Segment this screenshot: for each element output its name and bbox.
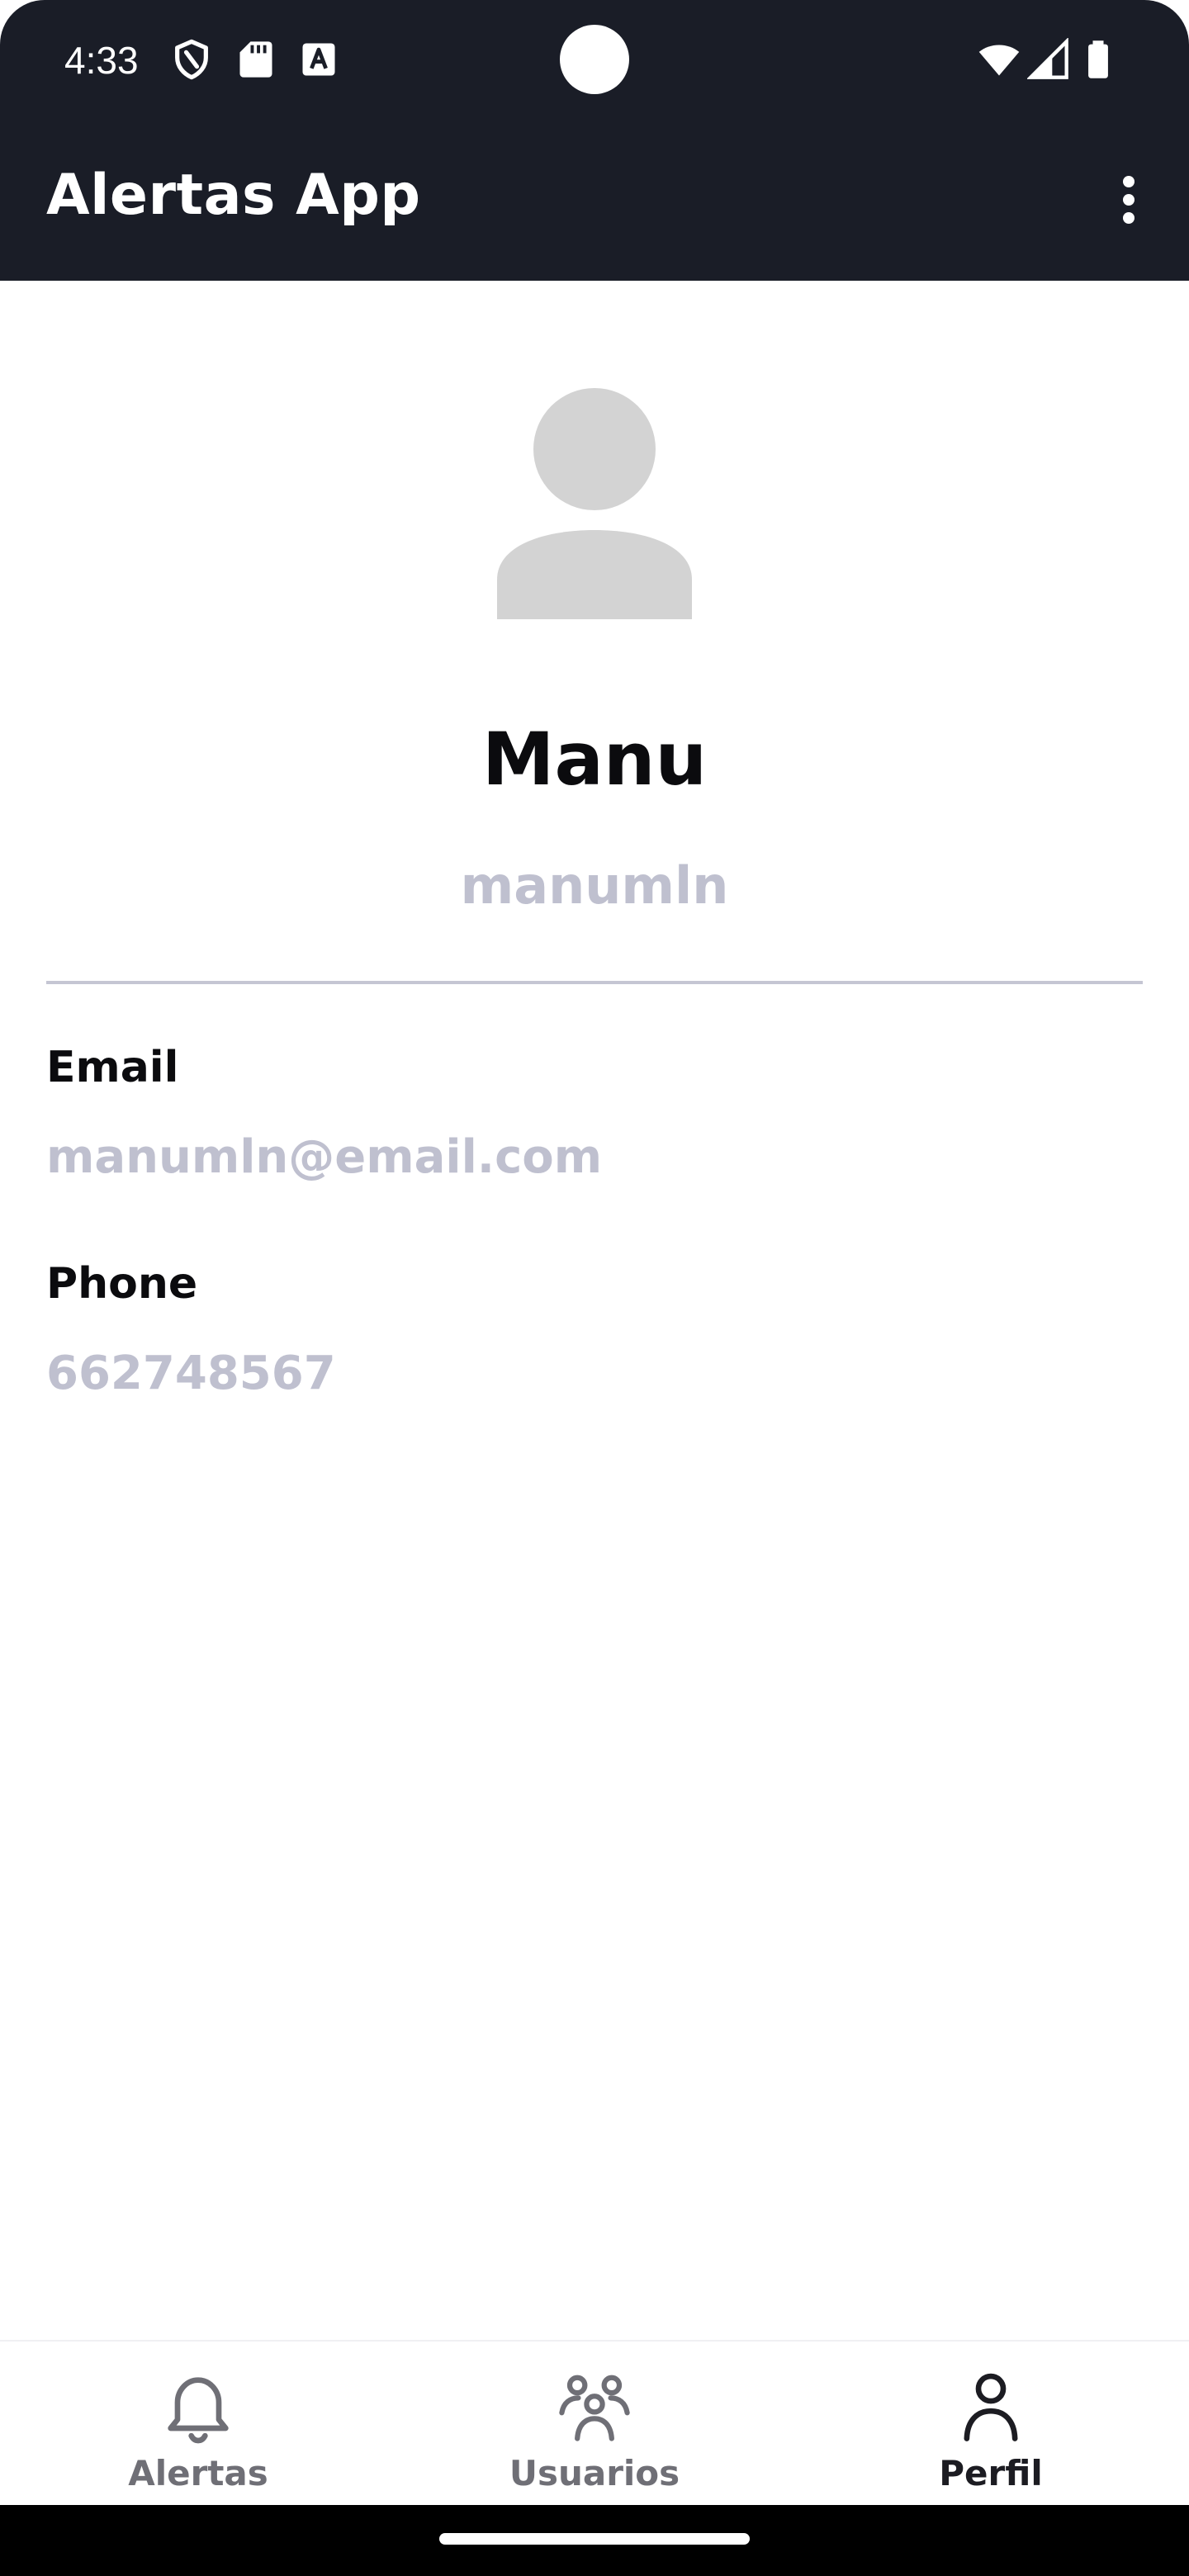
status-bar: 4:33 [0,0,1189,121]
top-app-region: 4:33 Alertas App [0,0,1189,281]
app-title: Alertas App [46,163,421,228]
nav-label-alertas: Alertas [128,2453,268,2493]
nav-item-alertas[interactable]: Alertas [0,2342,396,2505]
battery-icon [1088,40,1108,78]
nav-item-usuarios[interactable]: Usuarios [396,2342,793,2505]
email-label: Email [46,1043,179,1092]
overflow-menu-button[interactable] [1093,159,1164,241]
app-bar: Alertas App [0,121,1189,281]
phone-value: 662748567 [46,1347,336,1400]
nav-item-perfil[interactable]: Perfil [793,2342,1189,2505]
divider [46,981,1143,984]
phone-label: Phone [46,1259,198,1309]
email-value: manumln@email.com [46,1130,603,1184]
screen: 4:33 Alertas App Manu manumln Email manu… [0,0,1189,2576]
bottom-navigation: Alertas Usuarios Perfil [0,2340,1189,2505]
nav-label-perfil: Perfil [939,2453,1043,2493]
camera-cutout [560,25,629,94]
users-group-icon [559,2375,630,2441]
accessibility-a-icon [302,43,335,76]
shield-icon [175,39,208,80]
profile-name: Manu [481,717,708,802]
more-vert-icon [1123,176,1135,224]
home-gesture-handle[interactable] [439,2533,750,2545]
bell-icon [168,2377,229,2444]
user-icon [964,2373,1018,2441]
sd-card-icon [239,41,272,78]
profile-username: manumln [460,855,729,916]
cell-signal-icon [1027,38,1068,79]
person-avatar-icon [497,388,692,619]
wifi-icon [978,45,1020,76]
status-time: 4:33 [64,39,139,82]
nav-label-usuarios: Usuarios [509,2453,680,2493]
gesture-navigation-bar [0,2505,1189,2576]
